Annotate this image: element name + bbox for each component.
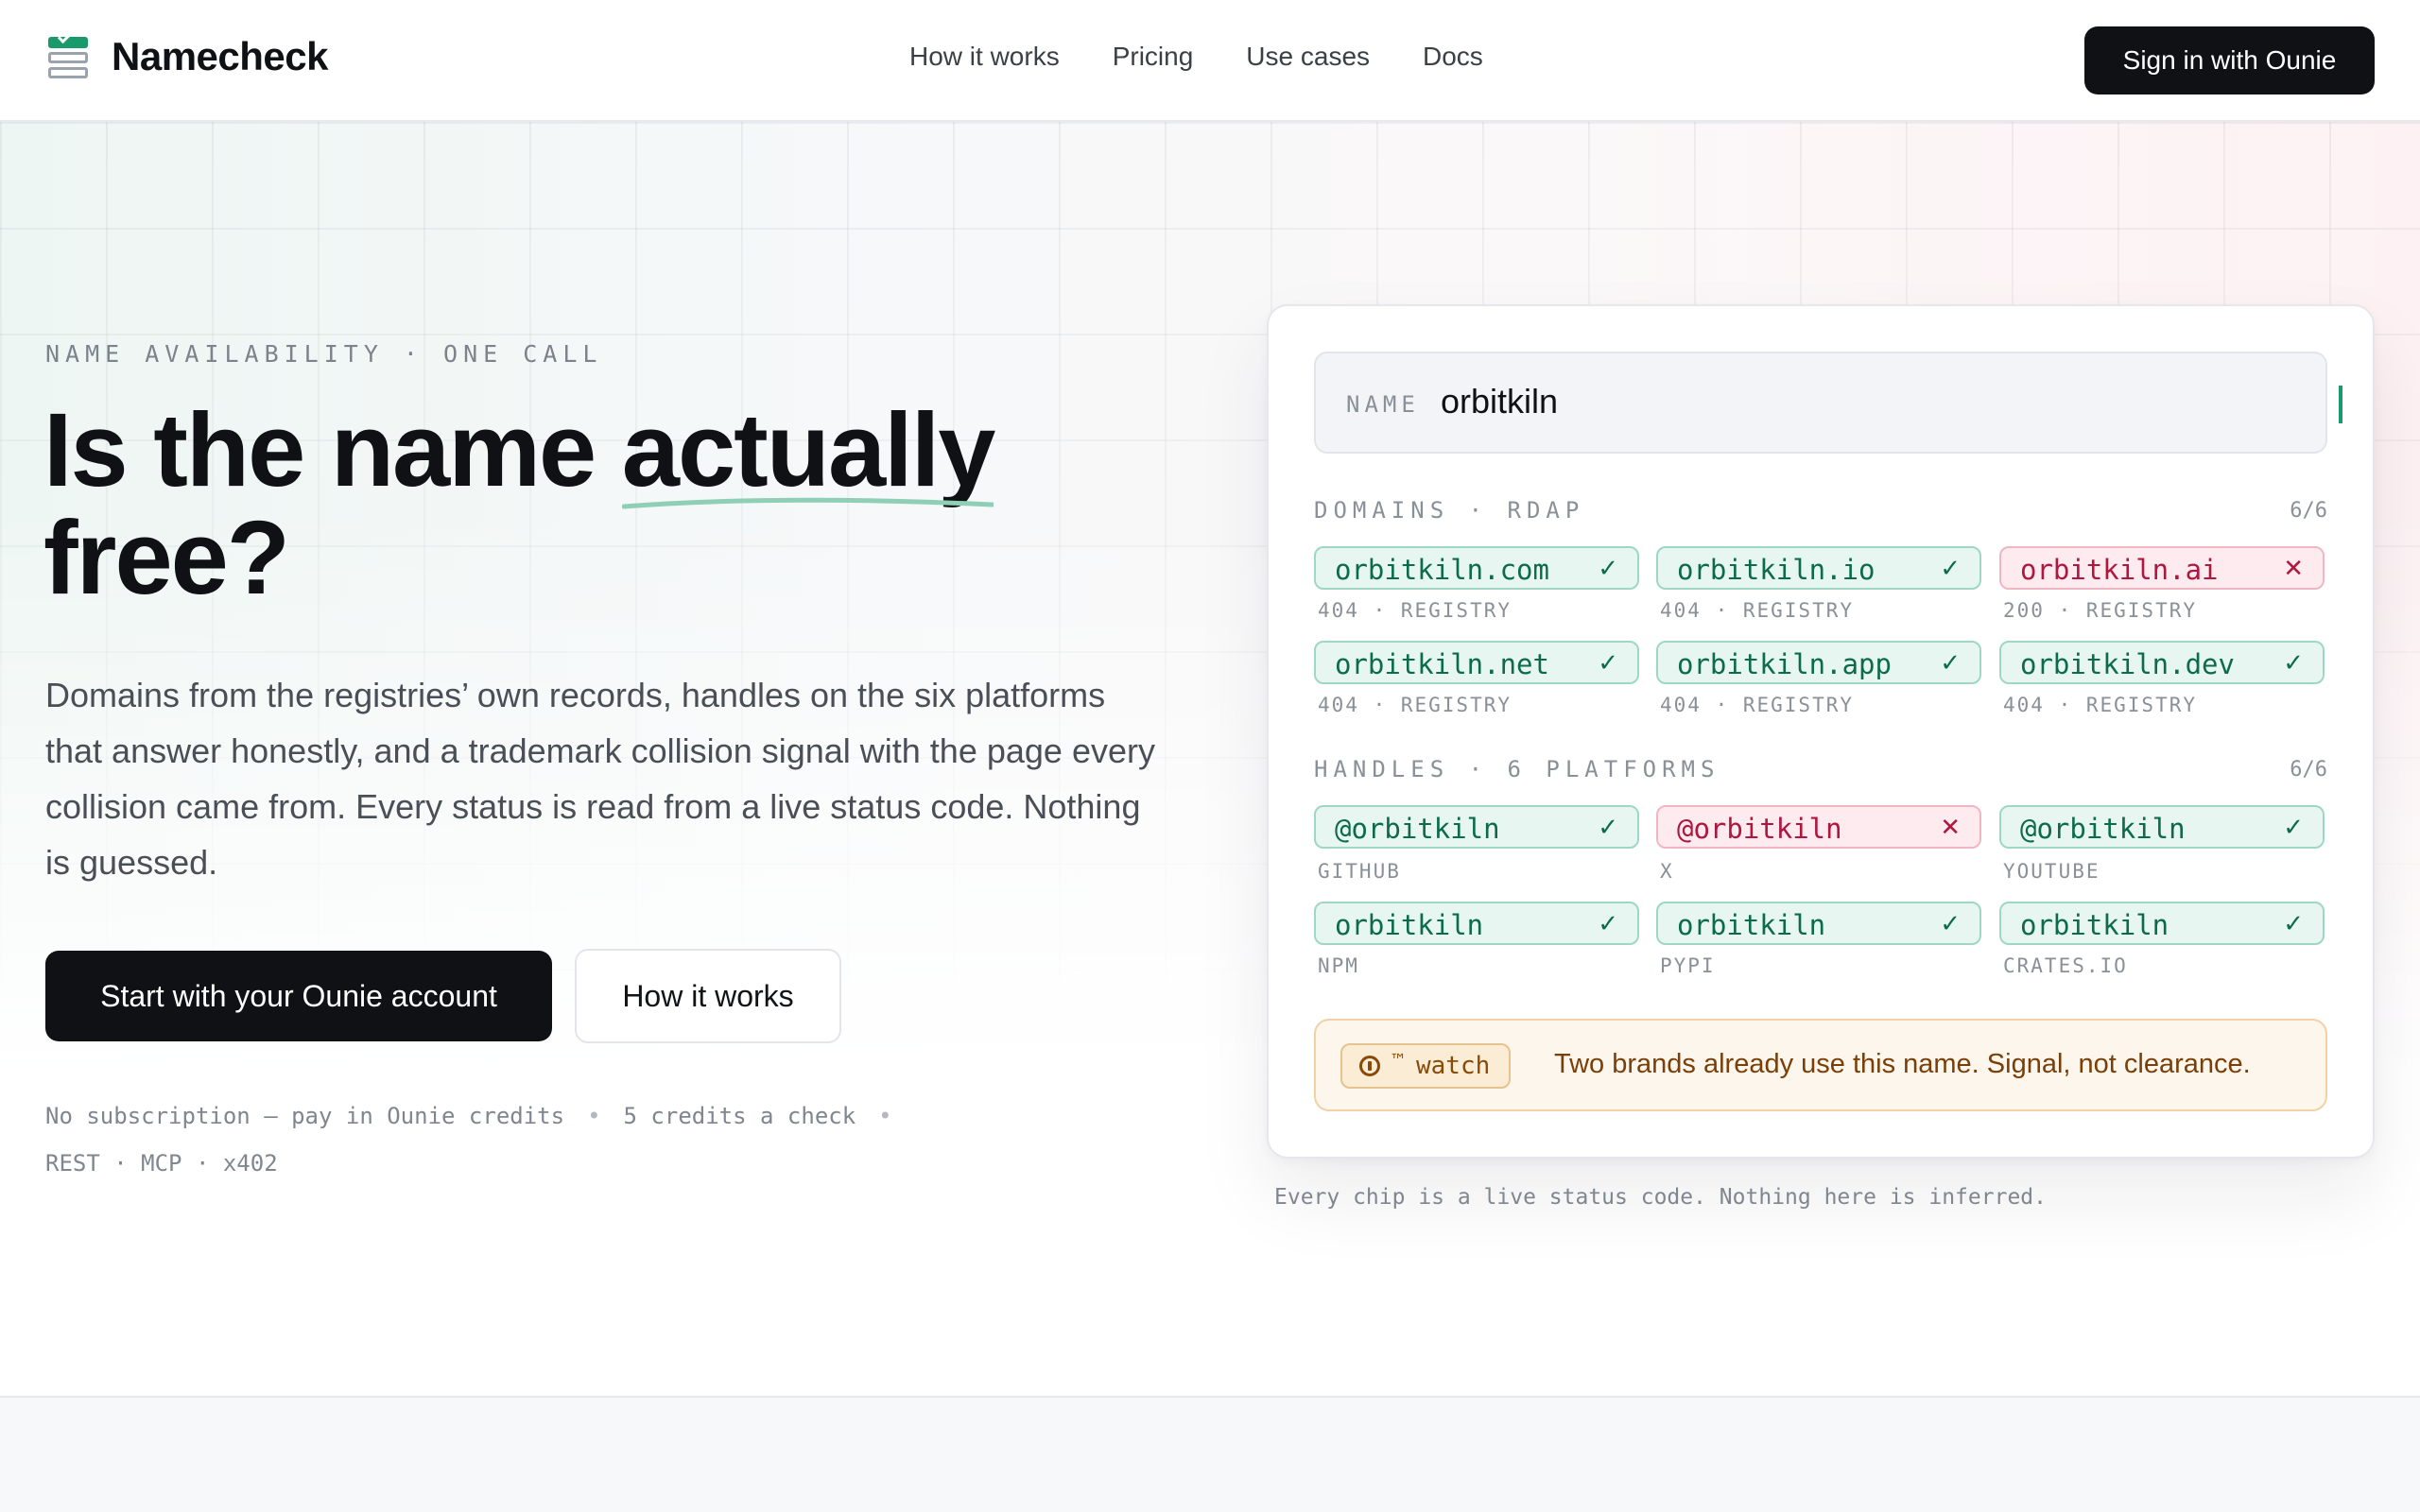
- brand[interactable]: Namecheck: [47, 29, 328, 79]
- name-input[interactable]: NAME orbitkiln: [1314, 352, 2342, 454]
- check-icon: ✓: [1598, 649, 1618, 678]
- headline-part-1: Is the name: [43, 392, 622, 508]
- cross-icon: ✕: [2283, 555, 2304, 583]
- domain-status: 404 · REGISTRY: [1660, 694, 1855, 716]
- brand-name: Namecheck: [112, 34, 328, 78]
- handle-platform: GITHUB: [1318, 860, 1401, 883]
- hero-lead: Domains from the registries’ own records…: [45, 676, 1155, 882]
- handles-section-label: HANDLES · 6 PLATFORMS: [1314, 756, 1720, 782]
- handle-chip[interactable]: @orbitkiln ✕: [1656, 805, 1981, 849]
- handle-platform: NPM: [1318, 954, 1359, 977]
- hero-headline: Is the name actually free?: [43, 397, 1159, 612]
- check-icon: ✓: [2283, 910, 2304, 938]
- headline-part-2: free?: [43, 500, 290, 616]
- handle-name: orbitkiln: [1335, 909, 1484, 941]
- handle-name: @orbitkiln: [1335, 813, 1500, 845]
- handle-chip[interactable]: orbitkiln ✓: [1656, 902, 1981, 945]
- domain-name: orbitkiln.net: [1335, 648, 1549, 680]
- domain-chip[interactable]: orbitkiln.ai ✕: [1999, 546, 2325, 590]
- check-icon: ✓: [1940, 555, 1961, 583]
- name-input-value: orbitkiln: [1441, 382, 1559, 421]
- handle-platform: YOUTUBE: [2003, 860, 2100, 883]
- trademark-icon: ™: [1390, 1050, 1407, 1071]
- handle-chip[interactable]: orbitkiln ✓: [1314, 902, 1639, 945]
- check-icon: ✓: [1598, 814, 1618, 842]
- check-icon: ✓: [1940, 649, 1961, 678]
- handle-chip[interactable]: orbitkiln ✓: [1999, 902, 2325, 945]
- domain-status: 200 · REGISTRY: [2003, 599, 2198, 622]
- meta-credits: 5 credits a check: [623, 1103, 856, 1129]
- meta-protocols: REST · MCP · x402: [45, 1150, 278, 1177]
- nav-pricing[interactable]: Pricing: [1113, 42, 1194, 72]
- handle-chip[interactable]: @orbitkiln ✓: [1999, 805, 2325, 849]
- domains-count: 6/6: [2290, 499, 2327, 523]
- domain-status: 404 · REGISTRY: [1660, 599, 1855, 622]
- text-caret: [2339, 386, 2342, 423]
- cross-icon: ✕: [1940, 814, 1961, 842]
- trademark-signal: ™ watch Two brands already use this name…: [1314, 1019, 2327, 1111]
- main-nav: How it works Pricing Use cases Docs: [909, 42, 1483, 72]
- name-input-label: NAME: [1346, 391, 1420, 418]
- nav-docs[interactable]: Docs: [1423, 42, 1483, 72]
- bullet-icon: •: [587, 1103, 601, 1129]
- handle-chip[interactable]: @orbitkiln ✓: [1314, 805, 1639, 849]
- trademark-watch-badge: ™ watch: [1340, 1043, 1512, 1089]
- nav-use-cases[interactable]: Use cases: [1246, 42, 1370, 72]
- domain-chip[interactable]: orbitkiln.dev ✓: [1999, 641, 2325, 684]
- nav-how-it-works[interactable]: How it works: [909, 42, 1060, 72]
- domain-chip[interactable]: orbitkiln.io ✓: [1656, 546, 1981, 590]
- bullet-icon: •: [878, 1103, 892, 1129]
- handles-count: 6/6: [2290, 758, 2327, 782]
- check-icon: ✓: [2283, 814, 2304, 842]
- domain-chip[interactable]: orbitkiln.net ✓: [1314, 641, 1639, 684]
- hero-eyebrow: NAME AVAILABILITY · ONE CALL: [45, 340, 603, 368]
- handle-name: orbitkiln: [2020, 909, 2169, 941]
- trademark-badge-text: watch: [1416, 1052, 1491, 1080]
- domain-chip[interactable]: orbitkiln.app ✓: [1656, 641, 1981, 684]
- card-caption: Every chip is a live status code. Nothin…: [1274, 1185, 2047, 1210]
- domain-status: 404 · REGISTRY: [1318, 694, 1512, 716]
- site-header: Namecheck How it works Pricing Use cases…: [0, 0, 2420, 122]
- domain-name: orbitkiln.com: [1335, 554, 1549, 586]
- domains-section-label: DOMAINS · RDAP: [1314, 497, 1585, 524]
- headline-highlight: actually: [621, 397, 995, 509]
- sign-in-button[interactable]: Sign in with Ounie: [2084, 26, 2375, 94]
- domain-status: 404 · REGISTRY: [2003, 694, 2198, 716]
- meta-pricing: No subscription — pay in Ounie credits: [45, 1103, 565, 1129]
- how-it-works-button[interactable]: How it works: [575, 949, 841, 1043]
- check-icon: ✓: [1598, 910, 1618, 938]
- next-section: [0, 1396, 2420, 1512]
- name-check-card: NAME orbitkiln DOMAINS · RDAP 6/6 orbitk…: [1267, 304, 2375, 1159]
- domain-status: 404 · REGISTRY: [1318, 599, 1512, 622]
- handle-platform: X: [1660, 860, 1674, 883]
- handle-platform: PYPI: [1660, 954, 1716, 977]
- stack-check-icon: [47, 29, 89, 78]
- underline-swash: [621, 497, 994, 509]
- alert-circle-icon: [1359, 1056, 1380, 1076]
- handle-name: @orbitkiln: [2020, 813, 2186, 845]
- check-icon: ✓: [2283, 649, 2304, 678]
- domain-chip[interactable]: orbitkiln.com ✓: [1314, 546, 1639, 590]
- handle-name: @orbitkiln: [1677, 813, 1842, 845]
- trademark-message: Two brands already use this name. Signal…: [1554, 1049, 2251, 1079]
- domain-name: orbitkiln.dev: [2020, 648, 2235, 680]
- check-icon: ✓: [1598, 555, 1618, 583]
- handle-platform: CRATES.IO: [2003, 954, 2128, 977]
- domain-name: orbitkiln.ai: [2020, 554, 2219, 586]
- hero-meta: No subscription — pay in Ounie credits • 5…: [45, 1092, 1123, 1187]
- start-account-button[interactable]: Start with your Ounie account: [45, 951, 552, 1041]
- domain-name: orbitkiln.io: [1677, 554, 1876, 586]
- headline-highlight-text: actually: [621, 392, 996, 508]
- check-icon: ✓: [1940, 910, 1961, 938]
- domain-name: orbitkiln.app: [1677, 648, 1892, 680]
- handle-name: orbitkiln: [1677, 909, 1826, 941]
